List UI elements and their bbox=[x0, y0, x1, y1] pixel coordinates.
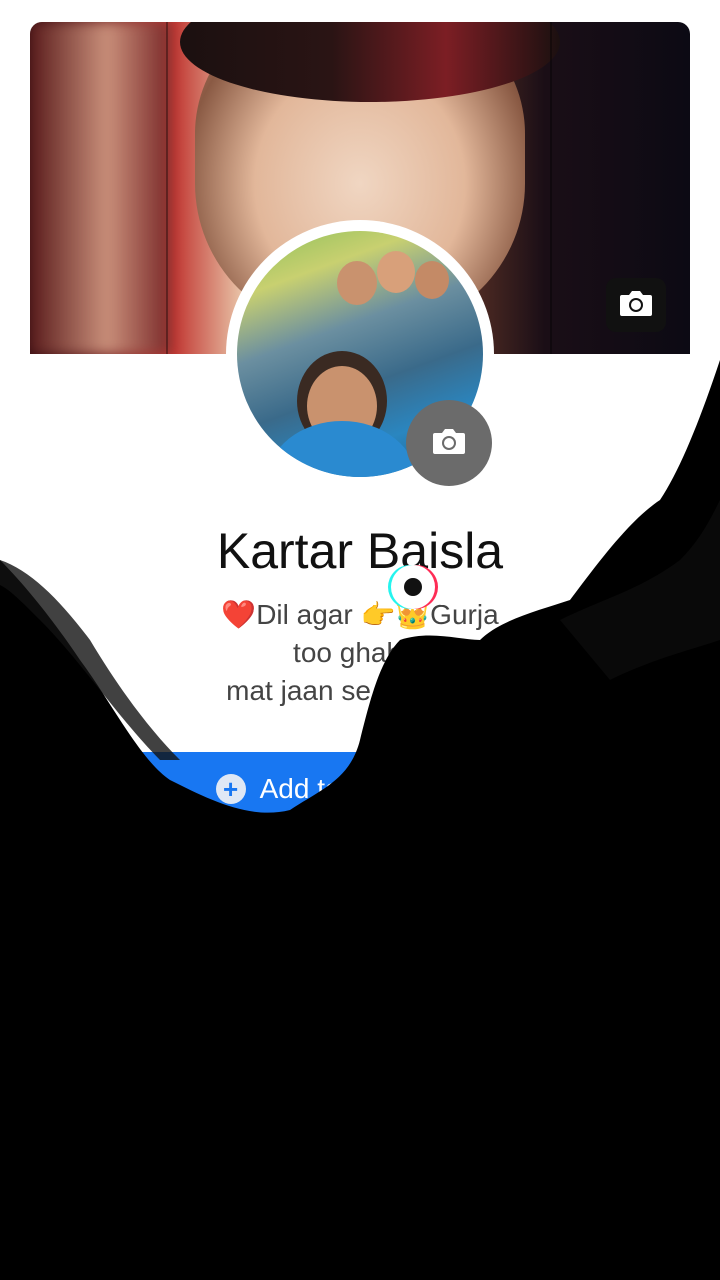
tiktok-logo-icon bbox=[391, 565, 435, 609]
tiktok-watermark: T K bbox=[356, 556, 476, 618]
avatar-person bbox=[337, 261, 377, 305]
cover-photo-blur bbox=[30, 22, 170, 354]
avatar-person bbox=[377, 251, 415, 293]
camera-icon bbox=[431, 426, 467, 461]
camera-icon bbox=[618, 288, 654, 323]
avatar-person bbox=[267, 421, 417, 477]
tiktok-watermark-letter: K bbox=[437, 557, 476, 617]
add-to-story-button[interactable]: + Add to Sto bbox=[30, 752, 576, 826]
cover-divider bbox=[550, 22, 552, 354]
edit-cover-button[interactable] bbox=[606, 278, 666, 332]
edit-profile-picture-button[interactable] bbox=[406, 400, 492, 486]
bio-line: mat jaan se jada pyar bbox=[226, 675, 494, 706]
plus-circle-icon: + bbox=[215, 774, 246, 804]
tiktok-watermark-letter: T bbox=[356, 557, 389, 617]
cover-divider bbox=[166, 22, 168, 354]
add-to-story-label: Add to Sto bbox=[259, 773, 391, 804]
avatar-person bbox=[415, 261, 449, 299]
bio-line: too ghabra bbox=[293, 637, 427, 668]
